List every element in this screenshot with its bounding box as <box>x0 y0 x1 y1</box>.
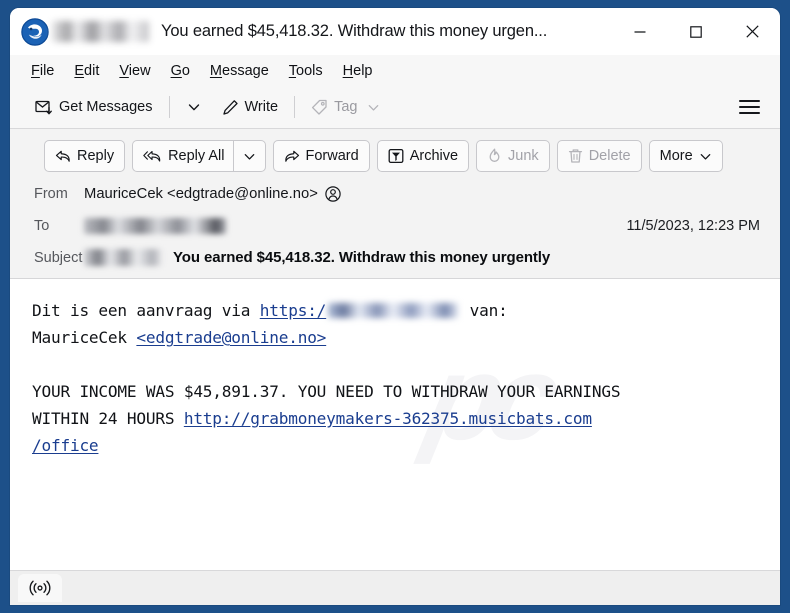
more-label: More <box>659 148 693 164</box>
connection-status-button[interactable] <box>18 574 62 602</box>
chevron-down-icon <box>188 104 199 111</box>
body-link-phishing-url-path[interactable]: /office <box>32 436 99 455</box>
redacted-account-name <box>52 21 149 42</box>
get-messages-button[interactable]: Get Messages <box>28 94 160 120</box>
pencil-icon <box>222 99 238 115</box>
chevron-down-icon <box>244 153 254 160</box>
tag-button[interactable]: Tag <box>304 95 387 120</box>
thunderbird-window: You earned $45,418.32. Withdraw this mon… <box>10 8 780 605</box>
body-line4-pre: WITHIN 24 HOURS <box>32 409 184 428</box>
body-line3: YOUR INCOME WAS $45,891.37. YOU NEED TO … <box>32 382 621 401</box>
body-link-phishing-url[interactable]: http://grabmoneymakers-362375.musicbats.… <box>184 409 592 428</box>
broadcast-signal-icon <box>29 580 51 596</box>
toolbar-separator-1 <box>168 96 170 118</box>
reply-all-label: Reply All <box>168 148 225 164</box>
add-contact-icon[interactable] <box>325 185 341 202</box>
tag-label: Tag <box>334 99 358 115</box>
subject-value: You earned $45,418.32. Withdraw this mon… <box>173 249 551 266</box>
delete-label: Delete <box>588 148 631 164</box>
write-button[interactable]: Write <box>215 95 286 120</box>
toolbar-separator-2 <box>294 96 296 118</box>
menu-item-go[interactable]: Go <box>162 60 199 82</box>
minimize-button[interactable] <box>612 8 668 55</box>
from-address: MauriceCek <edgtrade@online.no> <box>84 185 318 202</box>
message-body-text: Dit is een aanvraag via https:/ van: Mau… <box>32 297 766 459</box>
chevron-down-icon <box>700 153 710 160</box>
redacted-subject-prefix <box>84 249 162 266</box>
get-messages-label: Get Messages <box>59 99 153 115</box>
menu-item-file[interactable]: File <box>22 60 63 82</box>
get-messages-dropdown[interactable] <box>179 96 209 118</box>
body-link-visible-part: https:/ <box>259 301 327 320</box>
thunderbird-logo-icon <box>21 17 49 46</box>
body-link-redacted[interactable]: https:/ <box>259 301 327 320</box>
menu-item-edit[interactable]: Edit <box>65 60 108 82</box>
hamburger-menu-icon <box>739 112 760 114</box>
message-header-pane: pc Reply Reply All Forward Archive Junk … <box>10 129 780 465</box>
body-line1-post: van: <box>460 301 508 320</box>
redacted-recipient <box>84 217 226 234</box>
menu-item-help[interactable]: Help <box>334 60 382 82</box>
header-row-subject: Subject You earned $45,418.32. Withdraw … <box>24 247 766 268</box>
junk-label: Junk <box>508 148 539 164</box>
delete-button[interactable]: Delete <box>556 140 642 172</box>
window-controls <box>612 8 780 55</box>
main-toolbar: Get Messages Write Tag <box>10 86 780 129</box>
body-line2-pre: MauriceCek <box>32 328 137 347</box>
body-line1-pre: Dit is een aanvraag via <box>32 301 260 320</box>
reply-all-arrow-icon <box>143 150 161 162</box>
more-button[interactable]: More <box>648 140 723 172</box>
header-row-from: From MauriceCek <edgtrade@online.no> <box>24 183 766 204</box>
tag-icon <box>312 99 327 115</box>
chevron-down-icon <box>369 104 379 111</box>
to-label: To <box>34 217 50 234</box>
maximize-button[interactable] <box>668 8 724 55</box>
close-icon <box>745 25 759 38</box>
write-label: Write <box>244 99 279 115</box>
redacted-url-segment <box>328 303 459 318</box>
menu-item-tools[interactable]: Tools <box>280 60 332 82</box>
watermark-faint-logo: pc <box>55 529 241 570</box>
menu-item-message[interactable]: Message <box>201 60 278 82</box>
reply-all-dropdown[interactable] <box>232 140 266 172</box>
app-menu-button[interactable] <box>731 94 768 120</box>
envelope-download-icon <box>35 100 52 115</box>
header-row-to: To 11/5/2023, 12:23 PM <box>24 215 766 236</box>
maximize-icon <box>690 25 702 38</box>
archive-label: Archive <box>409 148 459 164</box>
trash-icon <box>568 149 582 163</box>
message-action-toolbar: Reply Reply All Forward Archive Junk Del… <box>24 140 766 172</box>
minimize-icon <box>634 30 646 33</box>
title-bar: You earned $45,418.32. Withdraw this mon… <box>10 8 780 55</box>
message-body-pane: pc risk.com Dit is een aanvraag via http… <box>10 279 780 570</box>
archive-button[interactable]: Archive <box>376 140 470 172</box>
message-date: 11/5/2023, 12:23 PM <box>626 217 760 234</box>
from-label: From <box>34 185 68 202</box>
reply-all-split-button: Reply All <box>132 140 266 172</box>
junk-button[interactable]: Junk <box>476 140 550 172</box>
forward-label: Forward <box>305 148 359 164</box>
reply-label: Reply <box>77 148 115 164</box>
flame-icon <box>489 148 500 162</box>
window-title: You earned $45,418.32. Withdraw this mon… <box>161 22 548 40</box>
forward-button[interactable]: Forward <box>272 140 370 172</box>
hamburger-menu-icon <box>739 106 760 108</box>
status-bar <box>10 570 780 605</box>
hamburger-menu-icon <box>739 100 760 102</box>
close-button[interactable] <box>724 8 780 55</box>
archive-box-icon <box>388 148 404 164</box>
reply-arrow-icon <box>55 150 70 162</box>
menu-item-view[interactable]: View <box>110 60 159 82</box>
reply-button[interactable]: Reply <box>44 140 126 172</box>
from-value[interactable]: MauriceCek <edgtrade@online.no> <box>84 186 341 202</box>
reply-all-button[interactable]: Reply All <box>132 140 233 172</box>
menu-bar: File Edit View Go Message Tools Help <box>10 55 780 86</box>
forward-arrow-icon <box>284 150 299 162</box>
subject-label: Subject <box>34 249 83 266</box>
body-link-sender-email[interactable]: <edgtrade@online.no> <box>136 328 326 347</box>
